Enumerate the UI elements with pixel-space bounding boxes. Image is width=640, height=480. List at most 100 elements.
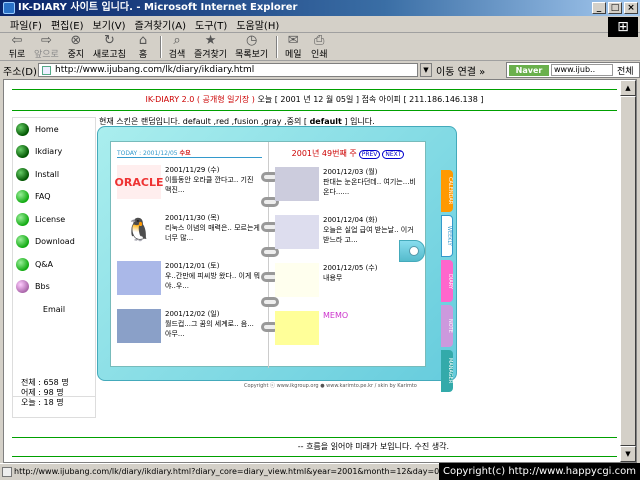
bullet-icon xyxy=(16,145,29,159)
sidebar-item-install[interactable]: Install xyxy=(13,163,95,186)
minimize-button[interactable]: _ xyxy=(592,2,606,14)
address-dropdown[interactable]: ▼ xyxy=(420,63,432,77)
penguin-thumbnail: 🐧 xyxy=(125,217,153,243)
mail-button[interactable]: ✉ 메일 xyxy=(284,34,302,60)
links-button[interactable]: 연결 » xyxy=(458,67,486,78)
bullet-icon xyxy=(16,257,29,271)
sidebar-item-bbs[interactable]: Bbs xyxy=(13,276,95,299)
clasp-button-icon xyxy=(409,246,419,256)
memo-thumbnail xyxy=(275,311,319,345)
naver-search-input[interactable]: www.ijub.. xyxy=(551,64,613,76)
prev-button[interactable]: PREV xyxy=(358,150,381,159)
address-bar: 주소(D) http://www.ijubang.com/lk/diary/ik… xyxy=(0,62,640,78)
site-title: IK-DIARY 2.0 ( 공개형 일기장 ) xyxy=(145,95,255,104)
diary-entry[interactable]: 2001/12/05 (수) 내용무 xyxy=(275,263,421,304)
sidebar-menu: Home Ikdiary Install FAQ License Downloa… xyxy=(12,117,96,397)
menu-help[interactable]: 도움말(H) xyxy=(236,17,279,32)
address-label: 주소(D) xyxy=(3,66,37,78)
naver-search-bar: Naver www.ijub.. 전체 xyxy=(506,62,640,78)
tab-calendar[interactable]: CALENDAR xyxy=(441,170,453,212)
toolbar-separator xyxy=(276,36,279,58)
scroll-up-button[interactable]: ▲ xyxy=(620,80,636,96)
naver-logo[interactable]: Naver xyxy=(509,65,549,76)
labor-thumbnail xyxy=(275,215,319,249)
diary-entry[interactable]: 🐧 2001/11/30 (목) 리눅스 이념의 매력은.. 모르는게 너무 많.… xyxy=(117,213,262,254)
visit-info: 오늘 [ 2001 년 12 월 05일 ] 접속 아이피 [ 211.186.… xyxy=(254,95,484,104)
diary-entry[interactable]: ORACLE 2001/11/29 (수) 이틀동안 오라클 깐다고.. 기진 맥… xyxy=(115,165,262,206)
stat-today: 오늘 : 18 명 xyxy=(21,398,64,407)
stat-total: 전체 : 658 명 xyxy=(21,378,69,387)
sidebar-item-ikdiary[interactable]: Ikdiary xyxy=(13,141,95,164)
stat-yesterday: 어제 : 98 명 xyxy=(21,388,64,397)
vertical-scrollbar[interactable]: ▲ ▼ xyxy=(620,80,636,462)
menu-favorites[interactable]: 즐겨찾기(A) xyxy=(135,17,186,32)
scroll-down-button[interactable]: ▼ xyxy=(620,446,636,462)
mail-icon: ✉ xyxy=(287,33,299,48)
watermark: Copyright(c) http://www.happycgi.com xyxy=(438,463,640,480)
page-header: IK-DIARY 2.0 ( 공개형 일기장 ) 오늘 [ 2001 년 12 … xyxy=(12,89,617,111)
tab-weekly[interactable]: WEEKLY xyxy=(441,215,453,257)
sidebar-item-license[interactable]: License xyxy=(13,208,95,231)
bullet-icon xyxy=(16,280,29,294)
memo-entry[interactable]: MEMO xyxy=(275,311,421,352)
sidebar-item-qa[interactable]: Q&A xyxy=(13,253,95,276)
worldcup-thumbnail xyxy=(117,309,161,343)
toolbar-separator xyxy=(159,36,162,58)
menu-view[interactable]: 보기(V) xyxy=(93,17,126,32)
diary-copyright: Copyright ⓒ www.ikgroup.org ● www.karimt… xyxy=(244,383,417,389)
favorites-icon: ★ xyxy=(204,33,217,48)
sidebar-item-email[interactable]: Email xyxy=(13,298,95,321)
bullet-icon xyxy=(16,235,29,249)
naver-all-button[interactable]: 전체 xyxy=(617,64,634,77)
browser-window: IK-DIARY 사이트 입니다. - Microsoft Internet E… xyxy=(0,0,640,480)
toolbar: ⇦ 뒤로 ⇨ 앞으로 ⊗ 중지 ↻ 새로고침 ⌂ 홈 ⌕ 검색 ★ 즐겨찾기 ◷ 목록보기 ✉ 메… xyxy=(0,34,640,61)
back-button[interactable]: ⇦ 뒤로 xyxy=(8,34,26,60)
stop-icon: ⊗ xyxy=(70,33,82,48)
ie-icon xyxy=(3,2,15,14)
sidebar-item-faq[interactable]: FAQ xyxy=(13,186,95,209)
status-text: http://www.ijubang.com/lk/diary/ikdiary.… xyxy=(14,467,487,476)
menu-file[interactable]: 파일(F) xyxy=(10,17,42,32)
diary-entry[interactable]: 2001/12/03 (월) 판대는 눈온다던데.. 여기는...비온다.....… xyxy=(275,167,421,208)
page-icon xyxy=(2,467,12,477)
scroll-thumb[interactable] xyxy=(620,96,636,446)
bullet-icon xyxy=(16,190,29,204)
diary-clasp xyxy=(399,240,425,262)
oracle-thumbnail: ORACLE xyxy=(115,165,163,199)
visitor-stats: 전체 : 658 명 어제 : 98 명 오늘 : 18 명 xyxy=(12,368,96,418)
page-content: IK-DIARY 2.0 ( 공개형 일기장 ) 오늘 [ 2001 년 12 … xyxy=(3,79,637,463)
week-header: 2001년 49번째 주 PREV NEXT xyxy=(275,148,421,160)
tab-diary[interactable]: DIARY xyxy=(441,260,453,302)
history-button[interactable]: ◷ 목록보기 xyxy=(235,34,268,60)
refresh-button[interactable]: ↻ 새로고침 xyxy=(93,34,126,60)
print-button[interactable]: ⎙ 인쇄 xyxy=(310,34,328,60)
today-label: TODAY : 2001/12/05 수요 xyxy=(117,148,262,158)
diary-tabs: CALENDAR WEEKLY DIARY NOTE MANAGER xyxy=(441,170,453,392)
go-button[interactable]: 이동 xyxy=(436,67,454,78)
tab-manager[interactable]: MANAGER xyxy=(441,350,453,392)
stop-button[interactable]: ⊗ 중지 xyxy=(67,34,85,60)
menu-edit[interactable]: 편집(E) xyxy=(51,17,84,32)
forward-button[interactable]: ⇨ 앞으로 xyxy=(34,34,59,60)
diary-entry[interactable]: 2001/12/01 (토) 우..간만에 피씨방 왔다.. 이게 뭐야..우..… xyxy=(117,261,262,302)
sidebar-item-download[interactable]: Download xyxy=(13,231,95,254)
page-icon xyxy=(42,66,51,75)
pcroom-thumbnail xyxy=(117,261,161,295)
search-button[interactable]: ⌕ 검색 xyxy=(168,34,186,60)
next-button[interactable]: NEXT xyxy=(382,150,405,159)
maximize-button[interactable]: □ xyxy=(608,2,622,14)
close-button[interactable]: × xyxy=(624,2,638,14)
favorites-button[interactable]: ★ 즐겨찾기 xyxy=(194,34,227,60)
search-icon: ⌕ xyxy=(173,33,181,48)
home-button[interactable]: ⌂ 홈 xyxy=(134,34,152,60)
flower-thumbnail xyxy=(275,263,319,297)
sidebar-item-home[interactable]: Home xyxy=(13,118,95,141)
tab-note[interactable]: NOTE xyxy=(441,305,453,347)
diary-entry[interactable]: 2001/12/02 (일) 월드컵...그 꿈의 세계로.. 음... 아무..… xyxy=(117,309,262,350)
address-input[interactable]: http://www.ijubang.com/lk/diary/ikdiary.… xyxy=(38,63,418,77)
back-arrow-icon: ⇦ xyxy=(11,33,23,48)
left-page: TODAY : 2001/12/05 수요 ORACLE 2001/11/29 … xyxy=(111,142,269,368)
menu-tools[interactable]: 도구(T) xyxy=(195,17,227,32)
forward-arrow-icon: ⇨ xyxy=(40,33,52,48)
history-icon: ◷ xyxy=(245,33,258,48)
